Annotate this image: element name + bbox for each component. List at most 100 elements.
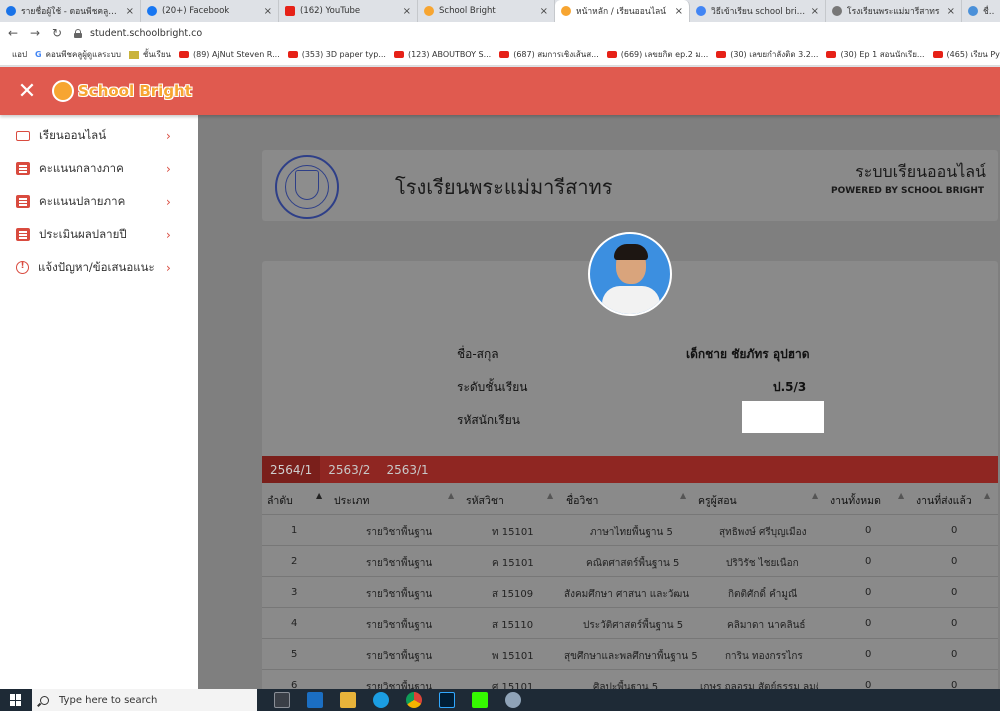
table-row[interactable]: 1 รายวิชาพื้นฐาน ท 15101 ภาษาไทยพื้นฐาน … <box>262 514 998 545</box>
sidebar-item-final-score[interactable]: คะแนนปลายภาค › <box>0 185 198 218</box>
edge-browser-icon[interactable] <box>373 692 389 708</box>
sort-icon[interactable]: ▲ <box>984 491 990 500</box>
sort-asc-icon[interactable]: ▲ <box>316 491 322 500</box>
windows-start-icon[interactable] <box>10 694 22 706</box>
taskbar-search-input[interactable]: Type here to search <box>32 689 257 711</box>
tab-close-icon[interactable]: × <box>675 6 683 17</box>
sort-icon[interactable]: ▲ <box>898 491 904 500</box>
tab-close-icon[interactable]: × <box>126 6 134 17</box>
bookmark-label: (353) 3D paper typ... <box>301 50 386 59</box>
sidebar: เรียนออนไลน์ › คะแนนกลางภาค › คะแนนปลายภ… <box>0 115 198 689</box>
bookmark-item[interactable]: (669) เลขยกิต ep.2 ม... <box>606 48 709 61</box>
cell-total: 0 <box>865 680 872 689</box>
back-arrow-icon[interactable]: ← <box>4 26 22 40</box>
mail-icon[interactable] <box>307 692 323 708</box>
table-row[interactable]: 6 รายวิชาพื้นฐาน ศ 15101 ศิลปะพื้นฐาน 5 … <box>262 669 998 689</box>
cell-no: 2 <box>291 556 298 567</box>
tab-close-icon[interactable]: × <box>264 6 272 17</box>
bookmark-item[interactable]: (30) เลขยกำลังติด 3.2... <box>716 48 818 61</box>
browser-tab[interactable]: โรงเรียนพระแม่มารีสาทร × <box>826 0 962 22</box>
app-icon[interactable] <box>505 692 521 708</box>
term-tabs: 2564/1 2563/2 2563/1 <box>262 456 998 483</box>
cell-submitted: 0 <box>951 556 958 567</box>
table-row[interactable]: 4 รายวิชาพื้นฐาน ส 15110 ประวัติศาสตร์พื… <box>262 607 998 638</box>
th-code[interactable]: รหัสวิชา <box>466 492 504 509</box>
forward-arrow-icon[interactable]: → <box>26 26 44 40</box>
sort-icon[interactable]: ▲ <box>448 491 454 500</box>
tab-close-icon[interactable]: × <box>947 6 955 17</box>
tab-close-icon[interactable]: × <box>403 6 411 17</box>
school-name: โรงเรียนพระแม่มารีสาทร <box>395 175 613 199</box>
cell-teacher: สุทธิพงษ์ ศรีบุญเมือง <box>719 527 807 538</box>
youtube-icon <box>287 51 298 58</box>
school-crest-logo <box>275 155 339 219</box>
search-icon <box>40 695 49 705</box>
student-id-redacted <box>742 401 824 433</box>
browser-tab[interactable]: (162) YouTube × <box>279 0 418 22</box>
bookmark-item[interactable]: G คอนพีชคลูผู้ดูแลระบบ <box>35 48 121 61</box>
cell-type: รายวิชาพื้นฐาน <box>366 527 433 538</box>
bookmark-item[interactable]: (687) สมการเชิงเส้นส... <box>499 48 599 61</box>
bookmark-item[interactable]: (123) ABOUTBOY S... <box>393 50 491 59</box>
tab-term-2564-1[interactable]: 2564/1 <box>262 456 321 483</box>
student-avatar <box>588 232 672 316</box>
th-submitted-work[interactable]: งานที่ส่งแล้ว <box>916 492 972 509</box>
sidebar-item-label: ประเมินผลปลายปี <box>39 226 127 241</box>
sort-icon[interactable]: ▲ <box>812 491 818 500</box>
browser-tab[interactable]: ชื่อเ <box>962 0 1000 22</box>
bookmark-apps[interactable]: แอป <box>12 48 27 61</box>
cell-type: รายวิชาพื้นฐาน <box>366 589 433 600</box>
sidebar-item-report-problem[interactable]: แจ้งปัญหา/ข้อเสนอแนะ › <box>0 251 198 284</box>
bookmark-item[interactable]: ชั้นเรียน <box>128 48 171 61</box>
tab-term-2563-2[interactable]: 2563/2 <box>320 456 378 483</box>
bookmark-label: (687) สมการเชิงเส้นส... <box>513 50 599 59</box>
cell-total: 0 <box>865 556 872 567</box>
tab-close-icon[interactable]: × <box>540 6 548 17</box>
student-name-value: เด็กชาย ชัยภัทร อุปฮาด <box>686 347 810 361</box>
table-row[interactable]: 2 รายวิชาพื้นฐาน ค 15101 คณิตศาสตร์พื้นฐ… <box>262 545 998 576</box>
sidebar-item-online-class[interactable]: เรียนออนไลน์ › <box>0 119 198 152</box>
cell-subject: คณิตศาสตร์พื้นฐาน 5 <box>586 558 680 569</box>
cell-no: 3 <box>291 587 298 598</box>
bookmark-item[interactable]: (465) เรียน Python ส... <box>932 48 1000 61</box>
th-no[interactable]: ลำดับ <box>267 492 293 509</box>
bookmark-label: (89) AjNut Steven R... <box>193 50 280 59</box>
sort-icon[interactable]: ▲ <box>680 491 686 500</box>
bookmark-item[interactable]: (30) Ep 1 สอนนักเรีย... <box>826 48 925 61</box>
table-row[interactable]: 3 รายวิชาพื้นฐาน ส 15109 สังคมศึกษา ศาสน… <box>262 576 998 607</box>
list-icon <box>16 195 30 208</box>
url-field[interactable]: student.schoolbright.co <box>74 28 202 39</box>
dreamweaver-icon[interactable] <box>472 692 488 708</box>
browser-tab-active[interactable]: หน้าหลัก / เรียนออนไลน์ × <box>555 0 690 22</box>
browser-tab[interactable]: School Bright × <box>418 0 555 22</box>
browser-tab[interactable]: วิธีเข้าเรียน school bright - G × <box>690 0 826 22</box>
th-type[interactable]: ประเภท <box>334 492 369 509</box>
file-explorer-icon[interactable] <box>340 692 356 708</box>
browser-tab[interactable]: รายชื่อผู้ใช้ - ดอนพีชคลูผู้ดูแลระบบ × <box>0 0 141 22</box>
chrome-browser-icon[interactable] <box>406 692 422 708</box>
bookmark-item[interactable]: (89) AjNut Steven R... <box>179 50 280 59</box>
bookmark-item[interactable]: (353) 3D paper typ... <box>287 50 386 59</box>
app-logo[interactable]: School Bright <box>52 80 192 102</box>
close-menu-icon[interactable]: ✕ <box>16 79 38 104</box>
student-level-label: ระดับชั้นเรียน <box>457 380 528 394</box>
sort-icon[interactable]: ▲ <box>547 491 553 500</box>
browser-tab[interactable]: (20+) Facebook × <box>141 0 279 22</box>
photoshop-icon[interactable] <box>439 692 455 708</box>
crest-shield <box>295 170 319 200</box>
tab-term-2563-1[interactable]: 2563/1 <box>378 456 436 483</box>
th-teacher[interactable]: ครูผู้สอน <box>698 492 737 509</box>
sidebar-item-midterm-score[interactable]: คะแนนกลางภาค › <box>0 152 198 185</box>
sidebar-item-year-evaluation[interactable]: ประเมินผลปลายปี › <box>0 218 198 251</box>
task-view-icon[interactable] <box>274 692 290 708</box>
bookmark-label: (669) เลขยกิต ep.2 ม... <box>620 50 709 59</box>
reload-icon[interactable]: ↻ <box>48 26 66 40</box>
tab-close-icon[interactable]: × <box>811 6 819 17</box>
table-row[interactable]: 5 รายวิชาพื้นฐาน พ 15101 สุขศึกษาและพลศึ… <box>262 638 998 669</box>
bookmark-label: ชั้นเรียน <box>142 50 171 59</box>
th-total-work[interactable]: งานทั้งหมด <box>830 492 881 509</box>
lock-icon <box>74 28 82 38</box>
cell-submitted: 0 <box>951 649 958 660</box>
th-subject[interactable]: ชื่อวิชา <box>566 492 598 509</box>
bookmark-label: (465) เรียน Python ส... <box>946 50 1000 59</box>
